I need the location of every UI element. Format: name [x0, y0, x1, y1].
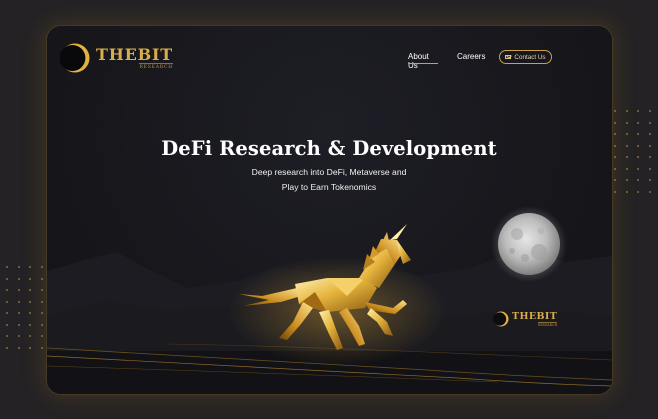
dot [614, 121, 617, 124]
contact-us-button[interactable]: Contact Us [499, 50, 552, 64]
dot [17, 300, 20, 303]
dot [40, 277, 43, 280]
nav-link-about[interactable]: About Us [408, 52, 429, 70]
unicorn-illustration [227, 224, 447, 366]
dot [637, 133, 640, 136]
landing-window: THEBIT RESEARCH [47, 26, 612, 394]
dot [29, 300, 32, 303]
dot [29, 266, 32, 269]
dot [614, 179, 617, 182]
dot [17, 323, 20, 326]
dot [637, 121, 640, 124]
dot [6, 335, 9, 338]
dot [17, 277, 20, 280]
dot [6, 346, 9, 349]
watermark-brand-tagline: RESEARCH [538, 321, 558, 327]
hero-subtitle-line-2: Play to Earn Tokenomics [281, 182, 377, 192]
dot [6, 323, 9, 326]
dot [6, 266, 9, 269]
dot [40, 346, 43, 349]
dot [17, 266, 20, 269]
dot [625, 133, 628, 136]
dot [625, 110, 628, 113]
dot [6, 289, 9, 292]
dot [40, 266, 43, 269]
dot [29, 312, 32, 315]
dot [648, 121, 651, 124]
eclipse-logo-icon [493, 311, 509, 327]
nav-link-careers[interactable]: Careers [457, 52, 485, 61]
dot [6, 300, 9, 303]
dot [40, 289, 43, 292]
dot [40, 323, 43, 326]
dot [29, 346, 32, 349]
moon-icon [498, 213, 560, 275]
brand-logo[interactable]: THEBIT RESEARCH [60, 43, 173, 73]
dot [17, 346, 20, 349]
dot [17, 312, 20, 315]
mail-icon [505, 54, 512, 60]
hero-title: DeFi Research & Development [161, 137, 497, 160]
watermark-logo: THEBIT RESEARCH [493, 310, 558, 327]
dot [29, 277, 32, 280]
dot [17, 289, 20, 292]
dot [625, 179, 628, 182]
dot [648, 110, 651, 113]
brand-name: THEBIT [96, 44, 173, 64]
dot [637, 110, 640, 113]
dot [17, 335, 20, 338]
dot [40, 335, 43, 338]
dot [648, 179, 651, 182]
dot [625, 121, 628, 124]
dot [29, 289, 32, 292]
contact-us-label: Contact Us [514, 53, 546, 61]
dot [29, 335, 32, 338]
dot [6, 277, 9, 280]
hero-scene [47, 206, 612, 394]
eclipse-logo-icon [60, 43, 90, 73]
dot [614, 133, 617, 136]
dot [648, 133, 651, 136]
watermark-brand-name: THEBIT [512, 310, 558, 322]
dot [29, 323, 32, 326]
dot [637, 179, 640, 182]
active-nav-indicator [408, 63, 438, 64]
brand-tagline: RESEARCH [139, 62, 173, 70]
dot [6, 312, 9, 315]
dot [40, 312, 43, 315]
dot [40, 300, 43, 303]
dot [614, 110, 617, 113]
hero-subtitle-line-1: Deep research into DeFi, Metaverse and [251, 167, 407, 177]
